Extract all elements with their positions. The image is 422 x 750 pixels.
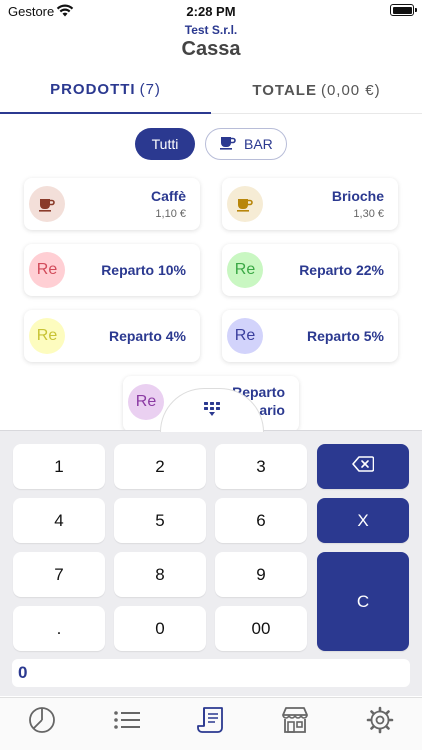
keypad-grid-icon <box>202 401 222 422</box>
receipt-icon <box>196 705 226 740</box>
product-card-reparto-4[interactable]: Re Reparto 4% <box>24 310 200 362</box>
tab-totale[interactable]: TOTALE (0,00 €) <box>211 66 422 114</box>
key-4[interactable]: 4 <box>13 498 105 543</box>
tab-bar: PRODOTTI (7) TOTALE (0,00 €) <box>0 66 422 114</box>
tab-label: TOTALE <box>252 81 317 99</box>
key-2[interactable]: 2 <box>114 444 206 489</box>
product-card-reparto-5[interactable]: Re Reparto 5% <box>222 310 398 362</box>
filter-label: Tutti <box>151 136 179 152</box>
department-avatar: Re <box>29 318 65 354</box>
key-0[interactable]: 0 <box>114 606 206 651</box>
numeric-keypad: 1 2 3 4 5 6 X 7 8 9 C . 0 00 0 <box>0 430 422 696</box>
tab-count: (7) <box>139 80 161 98</box>
product-name: Reparto 4% <box>108 328 186 344</box>
nav-list[interactable] <box>84 698 168 750</box>
department-avatar: Re <box>128 384 164 420</box>
product-name: Reparto 22% <box>299 262 384 278</box>
key-decimal[interactable]: . <box>13 606 105 651</box>
department-avatar: Re <box>227 318 263 354</box>
department-avatar: Re <box>227 252 263 288</box>
product-name: Brioche <box>331 188 384 204</box>
product-price: 1,10 € <box>155 208 186 220</box>
product-name: Reparto 10% <box>101 262 186 278</box>
nav-dashboard[interactable] <box>0 698 84 750</box>
department-avatar: Re <box>29 252 65 288</box>
key-6[interactable]: 6 <box>215 498 307 543</box>
battery-icon <box>390 4 417 16</box>
filter-label: BAR <box>244 136 273 152</box>
nav-store[interactable] <box>253 698 337 750</box>
tab-label: PRODOTTI <box>50 80 136 98</box>
filter-chip-tutti[interactable]: Tutti <box>135 128 195 160</box>
product-card-brioche[interactable]: Brioche 1,30 € <box>222 178 398 230</box>
coffee-cup-icon <box>227 186 263 222</box>
nav-settings[interactable] <box>338 698 422 750</box>
coffee-cup-icon <box>220 135 236 153</box>
key-5[interactable]: 5 <box>114 498 206 543</box>
app-header: Test S.r.l. Cassa <box>0 22 422 66</box>
nav-receipt[interactable] <box>169 698 253 750</box>
clock: 2:28 PM <box>186 4 236 19</box>
product-name: Reparto 5% <box>306 328 384 344</box>
product-card-reparto-10[interactable]: Re Reparto 10% <box>24 244 200 296</box>
key-7[interactable]: 7 <box>13 552 105 597</box>
store-icon <box>280 706 310 739</box>
list-icon <box>113 709 141 736</box>
tab-count: (0,00 €) <box>320 81 381 99</box>
key-00[interactable]: 00 <box>215 606 307 651</box>
tab-prodotti[interactable]: PRODOTTI (7) <box>0 66 211 114</box>
dashboard-icon <box>28 706 56 739</box>
key-3[interactable]: 3 <box>215 444 307 489</box>
backspace-icon <box>352 456 375 477</box>
multiply-button[interactable]: X <box>317 498 409 543</box>
settings-icon <box>366 706 394 739</box>
category-filters: Tutti BAR <box>0 128 422 160</box>
product-card-reparto-22[interactable]: Re Reparto 22% <box>222 244 398 296</box>
product-price: 1,30 € <box>353 208 384 220</box>
page-title: Cassa <box>181 38 241 60</box>
company-name: Test S.r.l. <box>184 23 238 37</box>
product-name: Caffè <box>150 188 186 204</box>
key-8[interactable]: 8 <box>114 552 206 597</box>
amount-display: 0 <box>12 659 410 687</box>
key-9[interactable]: 9 <box>215 552 307 597</box>
product-card-caffe[interactable]: Caffè 1,10 € <box>24 178 200 230</box>
bottom-navigation <box>0 697 422 750</box>
clear-button[interactable]: C <box>317 552 409 651</box>
key-1[interactable]: 1 <box>13 444 105 489</box>
product-name-line2: ario <box>259 402 285 418</box>
coffee-cup-icon <box>29 186 65 222</box>
filter-chip-bar[interactable]: BAR <box>205 128 287 160</box>
backspace-button[interactable] <box>317 444 409 489</box>
status-bar: Gestore 2:28 PM <box>0 0 422 24</box>
